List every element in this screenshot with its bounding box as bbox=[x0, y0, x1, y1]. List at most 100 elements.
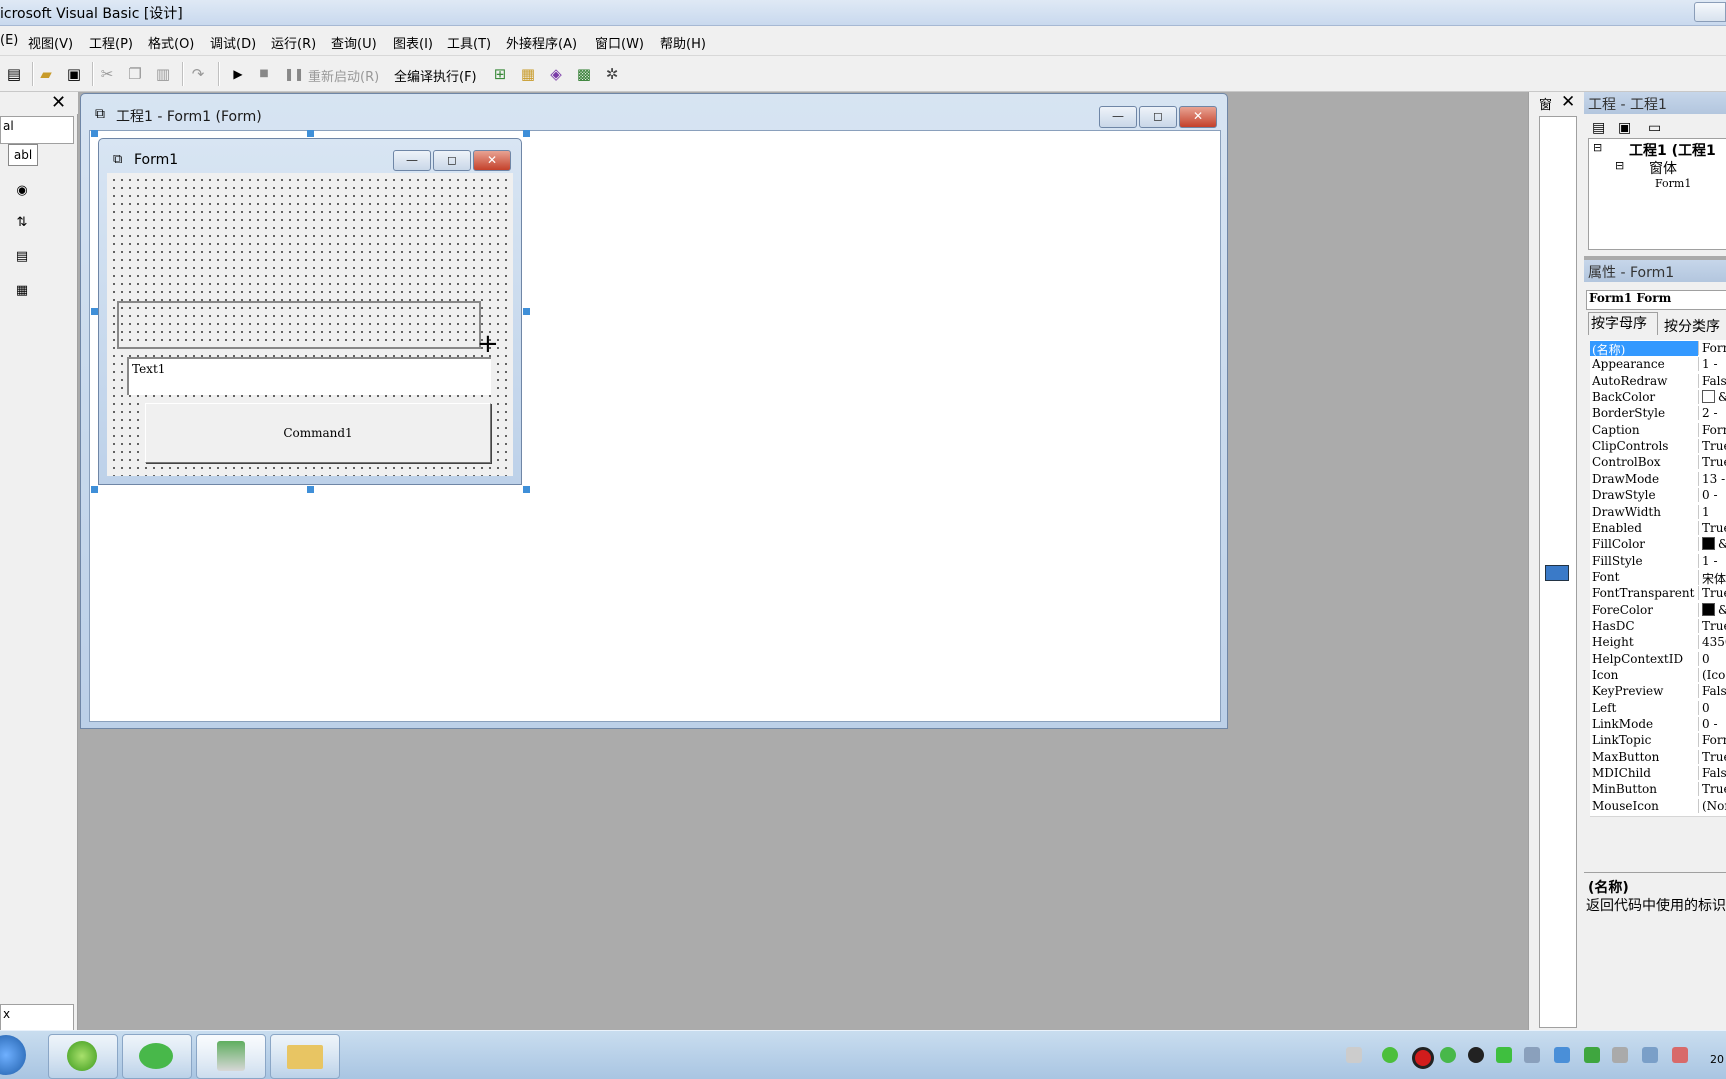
taskbar-wechat[interactable] bbox=[122, 1034, 192, 1079]
property-value[interactable]: True bbox=[1698, 586, 1726, 601]
form-client-area[interactable]: Text1 Command1 + bbox=[107, 173, 513, 476]
scrollbar-tool-icon[interactable]: ⇅ bbox=[8, 210, 36, 236]
property-value[interactable]: 0 - bbox=[1698, 488, 1726, 503]
clock[interactable]: 20 bbox=[1710, 1053, 1724, 1066]
minimize-button[interactable]: — bbox=[1099, 106, 1137, 128]
property-value[interactable]: 13 - bbox=[1698, 471, 1726, 486]
toolbox-tab[interactable]: al bbox=[0, 116, 74, 144]
wechat-tray-icon[interactable] bbox=[1440, 1047, 1456, 1063]
form-layout-icon[interactable]: ◈ bbox=[546, 65, 566, 83]
property-value[interactable]: 0 bbox=[1698, 700, 1726, 715]
property-value[interactable]: & bbox=[1698, 602, 1726, 617]
textbox-control[interactable]: Text1 bbox=[127, 357, 491, 395]
collapse-icon[interactable]: ⊟ bbox=[1593, 141, 1602, 154]
close-button[interactable]: ✕ bbox=[1179, 106, 1217, 128]
menu-help[interactable]: 帮助(H) bbox=[660, 33, 706, 52]
property-value[interactable]: 4350 bbox=[1698, 635, 1726, 650]
close-button[interactable]: ✕ bbox=[473, 150, 511, 171]
ole-tool-icon[interactable]: ▦ bbox=[8, 278, 36, 304]
property-value[interactable]: True bbox=[1698, 618, 1726, 633]
property-value[interactable]: 1 - bbox=[1698, 553, 1726, 568]
security-icon[interactable] bbox=[1584, 1047, 1600, 1063]
object-browser-icon[interactable]: ▩ bbox=[574, 65, 594, 83]
cut-icon[interactable]: ✂ bbox=[97, 65, 117, 83]
copy-icon[interactable]: ❐ bbox=[125, 65, 145, 83]
resize-handle[interactable] bbox=[523, 486, 530, 493]
qq-icon[interactable] bbox=[1468, 1047, 1484, 1063]
minimize-button[interactable]: — bbox=[393, 150, 431, 171]
save-icon[interactable]: ▣ bbox=[64, 65, 84, 83]
property-value[interactable]: True bbox=[1698, 782, 1726, 797]
property-value[interactable]: 1 - bbox=[1698, 357, 1726, 372]
property-value[interactable]: (Ico bbox=[1698, 668, 1726, 682]
tree-folder-forms[interactable]: 窗体 bbox=[1649, 158, 1677, 178]
property-value[interactable]: (Non bbox=[1698, 798, 1726, 813]
menu-project[interactable]: 工程(P) bbox=[89, 33, 133, 52]
tree-item-form1[interactable]: Form1 bbox=[1655, 177, 1691, 190]
open-icon[interactable]: ▰ bbox=[36, 65, 56, 83]
resize-handle[interactable] bbox=[523, 308, 530, 315]
menu-tools[interactable]: 工具(T) bbox=[447, 33, 491, 52]
view-code-icon[interactable]: ▤ bbox=[1592, 120, 1605, 136]
property-value[interactable]: 1 bbox=[1698, 504, 1726, 519]
menu-edit[interactable]: (E) bbox=[0, 33, 18, 48]
property-value[interactable]: Form bbox=[1698, 422, 1726, 437]
property-value[interactable]: Form bbox=[1698, 733, 1726, 748]
view-object-icon[interactable]: ▣ bbox=[1618, 120, 1631, 136]
property-value[interactable]: Fals bbox=[1698, 373, 1726, 388]
data-tool-icon[interactable]: ▤ bbox=[8, 244, 36, 270]
close-icon[interactable]: ✕ bbox=[1561, 92, 1575, 112]
taskbar-ie[interactable] bbox=[48, 1034, 118, 1079]
form1-window[interactable]: ⧉ Form1 — ◻ ✕ Text1 Command1 + bbox=[98, 138, 522, 485]
property-value[interactable]: 0 bbox=[1698, 651, 1726, 666]
property-value[interactable]: 2 - bbox=[1698, 406, 1726, 421]
toggle-folders-icon[interactable]: ▭ bbox=[1648, 120, 1661, 136]
full-compile-button[interactable]: 全编译执行(F) bbox=[394, 66, 477, 85]
paste-icon[interactable]: ▥ bbox=[153, 65, 173, 83]
collapse-icon[interactable]: ⊟ bbox=[1615, 159, 1624, 172]
property-value[interactable]: Fals bbox=[1698, 766, 1726, 781]
maximize-button[interactable]: ◻ bbox=[1139, 106, 1177, 128]
start-button[interactable] bbox=[0, 1035, 26, 1075]
resize-handle[interactable] bbox=[91, 486, 98, 493]
menu-format[interactable]: 格式(O) bbox=[148, 33, 194, 52]
property-value[interactable]: 0 - bbox=[1698, 717, 1726, 732]
property-row[interactable]: MouseIcon (Non bbox=[1590, 797, 1726, 817]
menu-debug[interactable]: 调试(D) bbox=[210, 33, 256, 52]
properties-window-icon[interactable]: ▦ bbox=[518, 65, 538, 83]
menu-addins[interactable]: 外接程序(A) bbox=[506, 33, 577, 52]
resize-handle[interactable] bbox=[307, 130, 314, 137]
resize-handle[interactable] bbox=[91, 308, 98, 315]
tree-root[interactable]: 工程1 (工程1 bbox=[1629, 140, 1716, 160]
option-button-tool-icon[interactable]: ◉ bbox=[8, 178, 36, 204]
close-icon[interactable]: ✕ bbox=[51, 92, 66, 113]
property-value[interactable]: & bbox=[1698, 537, 1726, 552]
start-icon[interactable]: ▶ bbox=[228, 65, 248, 83]
command-button-control[interactable]: Command1 bbox=[145, 403, 491, 463]
property-value[interactable]: Form bbox=[1698, 341, 1726, 355]
maximize-button[interactable]: ◻ bbox=[433, 150, 471, 171]
property-value[interactable]: True bbox=[1698, 749, 1726, 764]
textbox-tool-icon[interactable]: abl bbox=[8, 144, 38, 166]
tab-categorized[interactable]: 按分类序 bbox=[1662, 316, 1726, 336]
project-tree[interactable]: ⊟ 工程1 (工程1 ⊟ 窗体 Form1 bbox=[1588, 138, 1726, 250]
speaker-icon[interactable] bbox=[1612, 1047, 1628, 1063]
toolbox-icon[interactable]: ✲ bbox=[602, 65, 622, 83]
resize-handle[interactable] bbox=[307, 486, 314, 493]
resize-handle[interactable] bbox=[91, 130, 98, 137]
display-icon[interactable] bbox=[1642, 1047, 1658, 1063]
resize-handle[interactable] bbox=[523, 130, 530, 137]
end-icon[interactable]: ■ bbox=[254, 65, 274, 83]
taskbar-vb[interactable] bbox=[196, 1034, 266, 1079]
menu-query[interactable]: 查询(U) bbox=[331, 33, 377, 52]
tab-alphabetic[interactable]: 按字母序 bbox=[1588, 312, 1658, 335]
keyboard-icon[interactable] bbox=[1346, 1047, 1362, 1063]
property-value[interactable]: & bbox=[1698, 390, 1726, 405]
toolbox-bottom-tab[interactable]: x bbox=[0, 1004, 74, 1032]
tray-app-icon[interactable] bbox=[1382, 1047, 1398, 1063]
taskbar-explorer[interactable] bbox=[270, 1034, 340, 1079]
flag-icon[interactable] bbox=[1672, 1047, 1688, 1063]
break-icon[interactable]: ❚❚ bbox=[284, 65, 304, 83]
menu-editor-icon[interactable]: ▤ bbox=[4, 65, 24, 83]
network-icon[interactable] bbox=[1554, 1047, 1570, 1063]
